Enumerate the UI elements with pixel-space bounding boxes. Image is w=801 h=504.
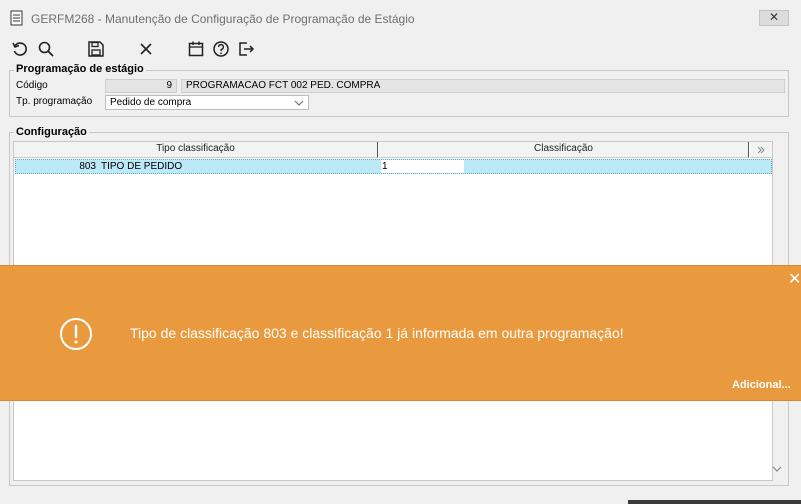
cancel-button[interactable] bbox=[136, 39, 156, 59]
codigo-label: Código bbox=[16, 80, 48, 91]
toast-close-button[interactable]: ✕ bbox=[788, 272, 801, 288]
save-icon bbox=[88, 41, 104, 57]
chevron-down-icon[interactable] bbox=[294, 99, 304, 107]
window-title: GERFM268 - Manutenção de Configuração de… bbox=[31, 12, 415, 26]
classificacao-cell[interactable]: 1 bbox=[381, 160, 464, 173]
exit-button[interactable] bbox=[236, 39, 256, 59]
tp-programacao-value: Pedido de compra bbox=[110, 97, 192, 108]
close-icon bbox=[140, 43, 152, 55]
error-toast: Tipo de classificação 803 e classificaçã… bbox=[0, 265, 801, 401]
tp-programacao-label: Tp. programação bbox=[16, 96, 93, 107]
help-button[interactable] bbox=[211, 39, 231, 59]
save-button[interactable] bbox=[86, 39, 106, 59]
window-edge bbox=[628, 500, 801, 504]
toast-message: Tipo de classificação 803 e classificaçã… bbox=[130, 325, 624, 341]
configuracao-legend: Configuração bbox=[14, 126, 89, 138]
search-icon bbox=[38, 41, 54, 57]
double-chevron-icon bbox=[757, 146, 765, 154]
window-close-button[interactable]: ✕ bbox=[759, 10, 789, 26]
tipo-codigo-cell[interactable]: 803 bbox=[16, 160, 96, 173]
column-header-tipo[interactable]: Tipo classificação bbox=[14, 142, 378, 158]
table-row[interactable]: 803 TIPO DE PEDIDO 1 bbox=[15, 159, 772, 174]
undo-button[interactable] bbox=[10, 39, 30, 59]
scroll-down-icon[interactable] bbox=[772, 464, 782, 474]
calendar-icon bbox=[188, 41, 204, 57]
search-button[interactable] bbox=[36, 39, 56, 59]
help-icon bbox=[213, 41, 229, 57]
descricao-field[interactable]: PROGRAMACAO FCT 002 PED. COMPRA bbox=[181, 79, 785, 93]
exit-icon bbox=[239, 42, 255, 56]
column-header-classificacao[interactable]: Classificação bbox=[379, 142, 749, 158]
column-options-button[interactable] bbox=[750, 142, 772, 158]
document-icon bbox=[10, 10, 23, 26]
tp-programacao-select[interactable]: Pedido de compra bbox=[105, 95, 309, 110]
calendar-button[interactable] bbox=[186, 39, 206, 59]
toast-more-link[interactable]: Adicional... bbox=[732, 379, 791, 391]
title-bar: GERFM268 - Manutenção de Configuração de… bbox=[0, 0, 801, 35]
programacao-legend: Programação de estágio bbox=[14, 63, 146, 75]
tipo-descricao-cell[interactable]: TIPO DE PEDIDO bbox=[101, 160, 182, 173]
codigo-field[interactable]: 9 bbox=[105, 79, 177, 93]
undo-icon bbox=[12, 42, 27, 56]
alert-icon bbox=[60, 318, 92, 350]
